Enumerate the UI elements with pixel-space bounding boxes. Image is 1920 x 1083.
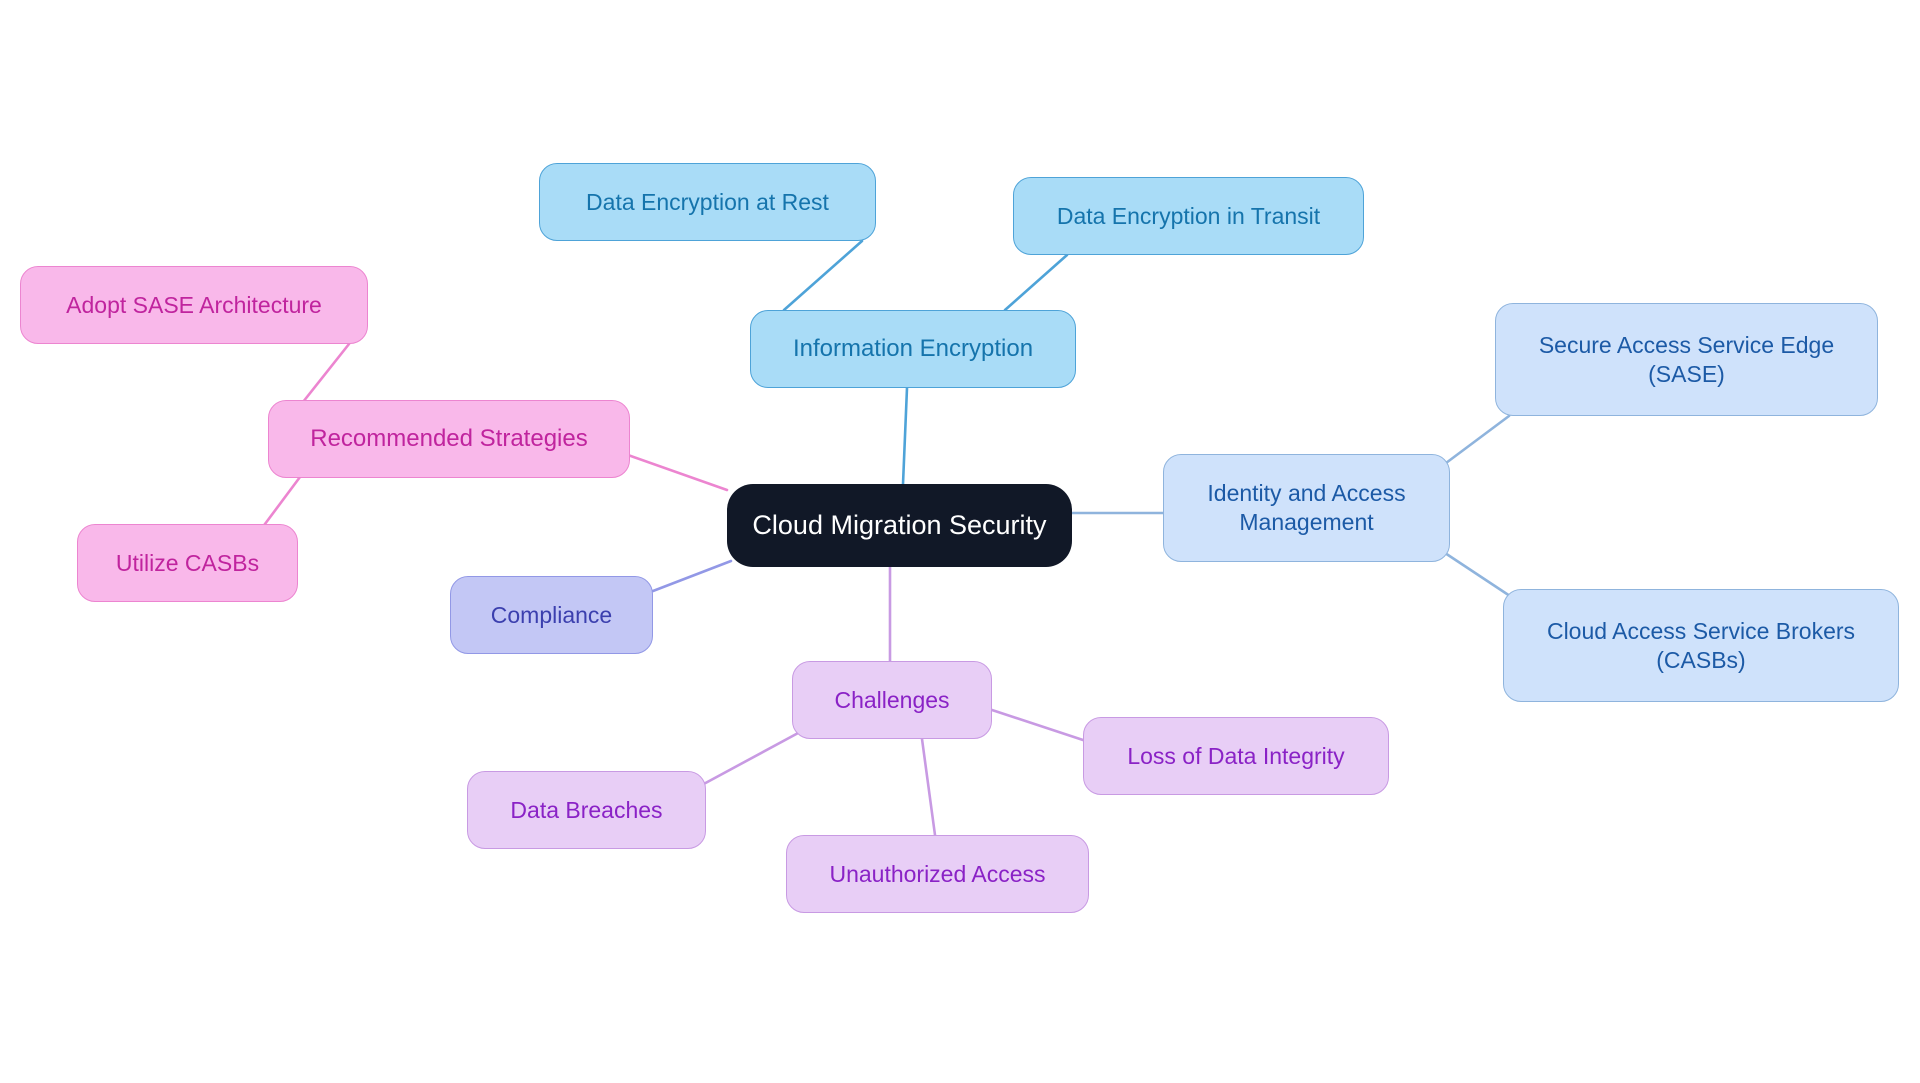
mindmap-node-data-breaches[interactable]: Data Breaches bbox=[467, 771, 706, 849]
mindmap-node-adopt-sase-architecture[interactable]: Adopt SASE Architecture bbox=[20, 266, 368, 344]
node-label: Cloud Migration Security bbox=[752, 509, 1047, 540]
mindmap-node-secure-access-service-edge[interactable]: Secure Access Service Edge (SASE) bbox=[1495, 303, 1878, 416]
mindmap-node-cloud-access-service-brokers[interactable]: Cloud Access Service Brokers (CASBs) bbox=[1503, 589, 1899, 702]
edge-recommended-strategies-to-adopt-sase-architecture bbox=[301, 342, 351, 404]
mindmap-node-data-encryption-in-transit[interactable]: Data Encryption in Transit bbox=[1013, 177, 1364, 255]
edge-identity-and-access-management-to-secure-access-service-edge bbox=[1440, 414, 1511, 468]
mindmap-node-challenges[interactable]: Challenges bbox=[792, 661, 992, 739]
edge-root-to-information-encryption bbox=[901, 386, 909, 486]
node-label: Compliance bbox=[490, 601, 613, 628]
node-label: Information Encryption bbox=[792, 335, 1034, 362]
node-label: Cloud Access Service Brokers (CASBs) bbox=[1546, 617, 1856, 673]
mindmap-node-root[interactable]: Cloud Migration Security bbox=[727, 484, 1072, 567]
edge-recommended-strategies-to-utilize-casbs bbox=[260, 475, 302, 530]
mindmap-node-identity-and-access-management[interactable]: Identity and Access Management bbox=[1163, 454, 1450, 562]
edge-root-to-compliance bbox=[651, 559, 733, 593]
node-label: Data Encryption at Rest bbox=[586, 188, 829, 215]
mindmap-node-recommended-strategies[interactable]: Recommended Strategies bbox=[268, 400, 630, 478]
mindmap-node-data-encryption-at-rest[interactable]: Data Encryption at Rest bbox=[539, 163, 876, 241]
mindmap-canvas: Cloud Migration Security Information Encr… bbox=[0, 0, 1920, 1083]
edge-challenges-to-loss-of-data-integrity bbox=[990, 708, 1085, 742]
node-label: Data Encryption in Transit bbox=[1056, 202, 1321, 229]
edge-information-encryption-to-data-encryption-at-rest bbox=[782, 239, 864, 312]
edge-information-encryption-to-data-encryption-in-transit bbox=[1003, 253, 1069, 312]
node-label: Loss of Data Integrity bbox=[1127, 742, 1345, 769]
mindmap-node-utilize-casbs[interactable]: Utilize CASBs bbox=[77, 524, 298, 602]
mindmap-node-unauthorized-access[interactable]: Unauthorized Access bbox=[786, 835, 1089, 913]
mindmap-node-loss-of-data-integrity[interactable]: Loss of Data Integrity bbox=[1083, 717, 1389, 795]
node-label: Unauthorized Access bbox=[829, 860, 1046, 887]
node-label: Recommended Strategies bbox=[310, 425, 588, 452]
node-label: Identity and Access Management bbox=[1207, 480, 1406, 535]
edge-challenges-to-data-breaches bbox=[698, 730, 802, 788]
node-label: Data Breaches bbox=[510, 796, 663, 823]
node-label: Challenges bbox=[834, 686, 950, 713]
node-label: Adopt SASE Architecture bbox=[66, 291, 322, 318]
mindmap-node-information-encryption[interactable]: Information Encryption bbox=[750, 310, 1076, 388]
node-label: Secure Access Service Edge (SASE) bbox=[1538, 331, 1835, 387]
mindmap-node-compliance[interactable]: Compliance bbox=[450, 576, 653, 654]
edge-challenges-to-unauthorized-access bbox=[920, 737, 937, 837]
node-label: Utilize CASBs bbox=[115, 549, 260, 576]
edge-identity-and-access-management-to-cloud-access-service-brokers bbox=[1440, 549, 1518, 602]
edge-root-to-recommended-strategies bbox=[626, 453, 729, 492]
